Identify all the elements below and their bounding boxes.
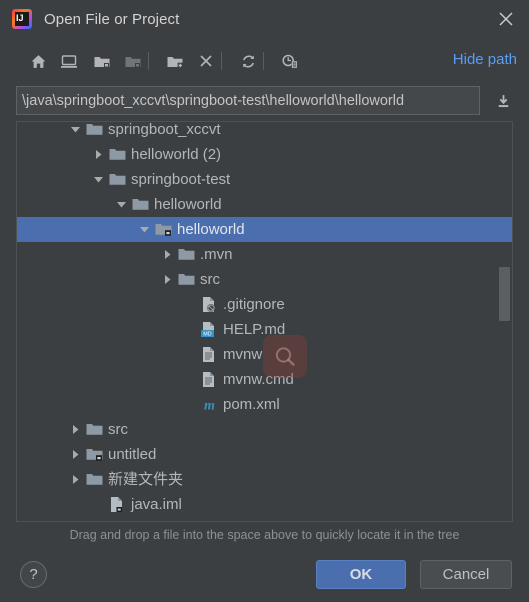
vertical-scrollbar[interactable] (499, 267, 510, 321)
help-button[interactable]: ? (20, 561, 47, 588)
tree-row-label: untitled (108, 446, 157, 463)
chevron-down-icon[interactable] (113, 192, 129, 217)
tree-row[interactable]: mvnw (17, 342, 512, 367)
tree-row[interactable]: helloworld (2) (17, 142, 512, 167)
tree-row[interactable]: springboot-test (17, 167, 512, 192)
folder-icon (132, 192, 150, 217)
tree-row-label: helloworld (2) (131, 146, 222, 163)
tree-row[interactable]: 新建文件夹 (17, 467, 512, 492)
tree-row-label: .mvn (200, 246, 233, 263)
file-md-icon: MD (201, 317, 219, 342)
svg-text:m: m (204, 399, 215, 414)
close-icon[interactable] (483, 0, 529, 38)
toolbar-separator (148, 52, 149, 70)
file-tree: springboot_xccvt helloworld (2) springboot… (17, 122, 512, 521)
intellij-logo-icon: IJ (12, 9, 32, 29)
twisty-empty (182, 342, 198, 367)
new-folder-icon[interactable] (159, 45, 191, 77)
tree-row[interactable]: m pom.xml (17, 392, 512, 417)
chevron-down-icon[interactable] (67, 122, 83, 142)
toolbar: Hide path (0, 42, 529, 80)
chevron-right-icon[interactable] (67, 417, 83, 442)
twisty-empty (182, 292, 198, 317)
project-folder-icon[interactable] (86, 45, 118, 77)
tree-row-label: mvnw.cmd (223, 371, 294, 388)
tree-row-label: HELP.md (223, 321, 286, 338)
tree-row[interactable]: .mvn (17, 242, 512, 267)
folder-icon (86, 467, 104, 492)
home-icon[interactable] (22, 45, 54, 77)
file-text-icon (201, 342, 219, 367)
chevron-right-icon[interactable] (67, 467, 83, 492)
tree-row[interactable]: java.iml (17, 492, 512, 517)
ok-button[interactable]: OK (316, 560, 406, 589)
chevron-down-icon[interactable] (90, 167, 106, 192)
chevron-right-icon[interactable] (159, 267, 175, 292)
file-maven-icon: m (201, 392, 219, 417)
show-hidden-icon[interactable] (274, 45, 306, 77)
file-tree-panel[interactable]: springboot_xccvt helloworld (2) springboot… (16, 121, 513, 522)
twisty-empty (182, 392, 198, 417)
open-file-or-project-dialog: IJ Open File or Project Hide path \java\… (0, 0, 529, 602)
folder-module-icon (86, 442, 104, 467)
folder-icon (178, 242, 196, 267)
tree-row[interactable]: src (17, 267, 512, 292)
hide-path-link[interactable]: Hide path (453, 51, 517, 68)
cancel-button[interactable]: Cancel (420, 560, 512, 589)
drag-drop-hint: Drag and drop a file into the space abov… (69, 528, 460, 542)
tree-row-label: springboot-test (131, 171, 231, 188)
tree-row-label: springboot_xccvt (108, 121, 221, 138)
chevron-down-icon[interactable] (136, 217, 152, 242)
tree-row[interactable]: untitled (17, 442, 512, 467)
tree-row[interactable]: src (17, 417, 512, 442)
path-input[interactable]: \java\springboot_xccvt\springboot-test\h… (16, 86, 480, 115)
tree-row[interactable]: springboot_xccvt (17, 121, 512, 142)
tree-row[interactable]: mvnw.cmd (17, 367, 512, 392)
module-folder-icon (117, 45, 149, 77)
twisty-empty (90, 492, 106, 517)
folder-icon (86, 122, 104, 142)
file-iml-icon (109, 492, 127, 517)
tree-row-label: src (200, 271, 220, 288)
tree-row[interactable]: MD HELP.md (17, 317, 512, 342)
path-row: \java\springboot_xccvt\springboot-test\h… (0, 85, 529, 119)
tree-row-label: src (108, 421, 128, 438)
toolbar-separator (263, 52, 264, 70)
folder-icon (109, 142, 127, 167)
twisty-empty (182, 317, 198, 342)
folder-module-icon (155, 217, 173, 242)
refresh-icon[interactable] (232, 45, 264, 77)
file-ignored-icon (201, 292, 219, 317)
delete-icon[interactable] (190, 45, 222, 77)
folder-icon (178, 267, 196, 292)
chevron-right-icon[interactable] (159, 242, 175, 267)
tree-row[interactable]: helloworld (17, 217, 512, 242)
tree-row-label: mvnw (223, 346, 263, 363)
file-text-icon (201, 367, 219, 392)
tree-row-label: helloworld (154, 196, 222, 213)
intellij-logo-letters: IJ (16, 12, 24, 23)
window-title: Open File or Project (44, 10, 180, 28)
desktop-icon[interactable] (53, 45, 85, 77)
tree-row-label: .gitignore (223, 296, 285, 313)
chevron-right-icon[interactable] (90, 142, 106, 167)
tree-row[interactable]: .gitignore (17, 292, 512, 317)
tree-row-label: pom.xml (223, 396, 280, 413)
svg-text:MD: MD (203, 332, 211, 338)
tree-row-label: 新建文件夹 (108, 471, 184, 488)
tree-row-label: helloworld (177, 221, 245, 238)
toolbar-separator (221, 52, 222, 70)
tree-row-label: java.iml (131, 496, 182, 513)
folder-icon (109, 167, 127, 192)
download-icon[interactable] (492, 90, 514, 112)
twisty-empty (182, 367, 198, 392)
chevron-right-icon[interactable] (67, 442, 83, 467)
folder-icon (86, 417, 104, 442)
tree-row[interactable]: helloworld (17, 192, 512, 217)
title-bar: IJ Open File or Project (0, 0, 529, 38)
